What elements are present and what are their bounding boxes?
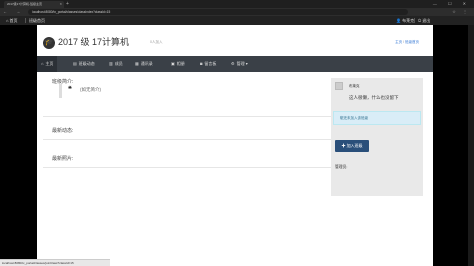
photo-icon: ▣	[171, 61, 175, 66]
user-motto: 这人很懒，什么也没留下	[349, 95, 399, 100]
intro-text: (如无简介)	[80, 87, 101, 92]
news-icon: ▤	[73, 61, 77, 66]
top-class-home-link[interactable]: 班级首页	[29, 16, 45, 25]
gear-icon: ⚙	[231, 61, 235, 66]
quote-icon: ❝	[68, 86, 72, 93]
graduation-cap-icon: 🎓	[43, 36, 55, 49]
address-bar-row: ← → ⟳ localhost:8080/tx_portal/classes/c…	[0, 8, 474, 16]
breadcrumb: 主页 / 班级首页	[395, 40, 419, 44]
top-user-link[interactable]: 👤 布莱克	[396, 16, 414, 25]
message-icon: ◙	[200, 61, 203, 66]
admin-label: 管理员:	[335, 165, 348, 169]
status-bar: localhost:8080/tx_portal/classes/joinCla…	[0, 259, 110, 266]
intro-quote: ❝ (如无简介)	[59, 84, 319, 98]
chevron-down-icon: ▾	[245, 61, 248, 66]
browser-tab-strip: 2017级17计算机-班级主页 ✕ + — ☐ ✕	[0, 0, 474, 8]
breadcrumb-current[interactable]: 班级首页	[405, 40, 419, 44]
divider	[43, 116, 333, 117]
close-icon[interactable]: ×	[340, 116, 417, 120]
main-content: 班级简介: ❝ (如无简介) 最新动态: 最新照片:	[43, 72, 333, 262]
plus-icon: ✚	[341, 143, 346, 148]
divider	[43, 167, 333, 168]
browser-tab[interactable]: 2017级17计算机-班级主页 ✕	[4, 1, 64, 8]
contacts-icon: ▦	[135, 61, 139, 66]
member-count: 0人加入	[150, 40, 163, 44]
photos-heading: 最新照片:	[52, 156, 74, 162]
plus-icon[interactable]: +	[66, 1, 69, 7]
page-container: 🎓 2017 级 17计算机 0人加入 主页 / 班级首页 ⌂ 主页 ▤ 班级动态 ▥…	[37, 25, 433, 266]
logout-link[interactable]: ⏻ 退出	[418, 16, 430, 25]
sidebar: 布莱克 这人很懒，什么也没留下 您还未加入该班级 × ✚ 加入班级 管理员:	[331, 78, 423, 196]
window-controls[interactable]: — ☐ ✕	[433, 0, 471, 8]
not-joined-alert: 您还未加入该班级 ×	[333, 111, 421, 125]
nav-contacts[interactable]: ▦ 通讯录	[135, 56, 153, 72]
join-class-button[interactable]: ✚ 加入班级	[335, 140, 369, 152]
tab-close-icon[interactable]: ✕	[59, 2, 62, 6]
divider	[414, 18, 415, 23]
news-heading: 最新动态:	[52, 128, 74, 134]
nav-class-news[interactable]: ▤ 班级动态	[73, 56, 95, 72]
nav-manage[interactable]: ⚙ 管理 ▾	[231, 56, 248, 72]
nav-album[interactable]: ▣ 相册	[171, 56, 185, 72]
url-input[interactable]: localhost:8080/tx_portal/classes/classIn…	[28, 9, 408, 15]
nav-members[interactable]: ▥ 成员	[109, 56, 123, 72]
browser-menu-icons[interactable]: ☆ ⋮	[452, 9, 470, 15]
user-name: 布莱克	[349, 84, 360, 88]
home-icon: ⌂	[41, 61, 44, 66]
scrollbar[interactable]	[468, 25, 474, 266]
top-home-link[interactable]: ⌂ 首页	[6, 16, 18, 25]
nav-message-board[interactable]: ◙ 留言板	[200, 56, 216, 72]
chart-icon: ▥	[109, 61, 113, 66]
tab-title: 2017级17计算机-班级主页	[7, 2, 43, 6]
avatar[interactable]	[335, 82, 343, 90]
page-title: 🎓 2017 级 17计算机	[43, 36, 130, 49]
main-nav: ⌂ 主页 ▤ 班级动态 ▥ 成员 ▦ 通讯录 ▣ 相册 ◙ 留言板 ⚙ 管理 ▾	[37, 56, 433, 72]
divider	[43, 139, 333, 140]
site-top-nav: ⌂ 首页 班级首页 👤 布莱克 ⏻ 退出	[0, 16, 474, 25]
nav-home[interactable]: ⌂ 主页	[37, 56, 58, 72]
divider	[25, 18, 26, 23]
